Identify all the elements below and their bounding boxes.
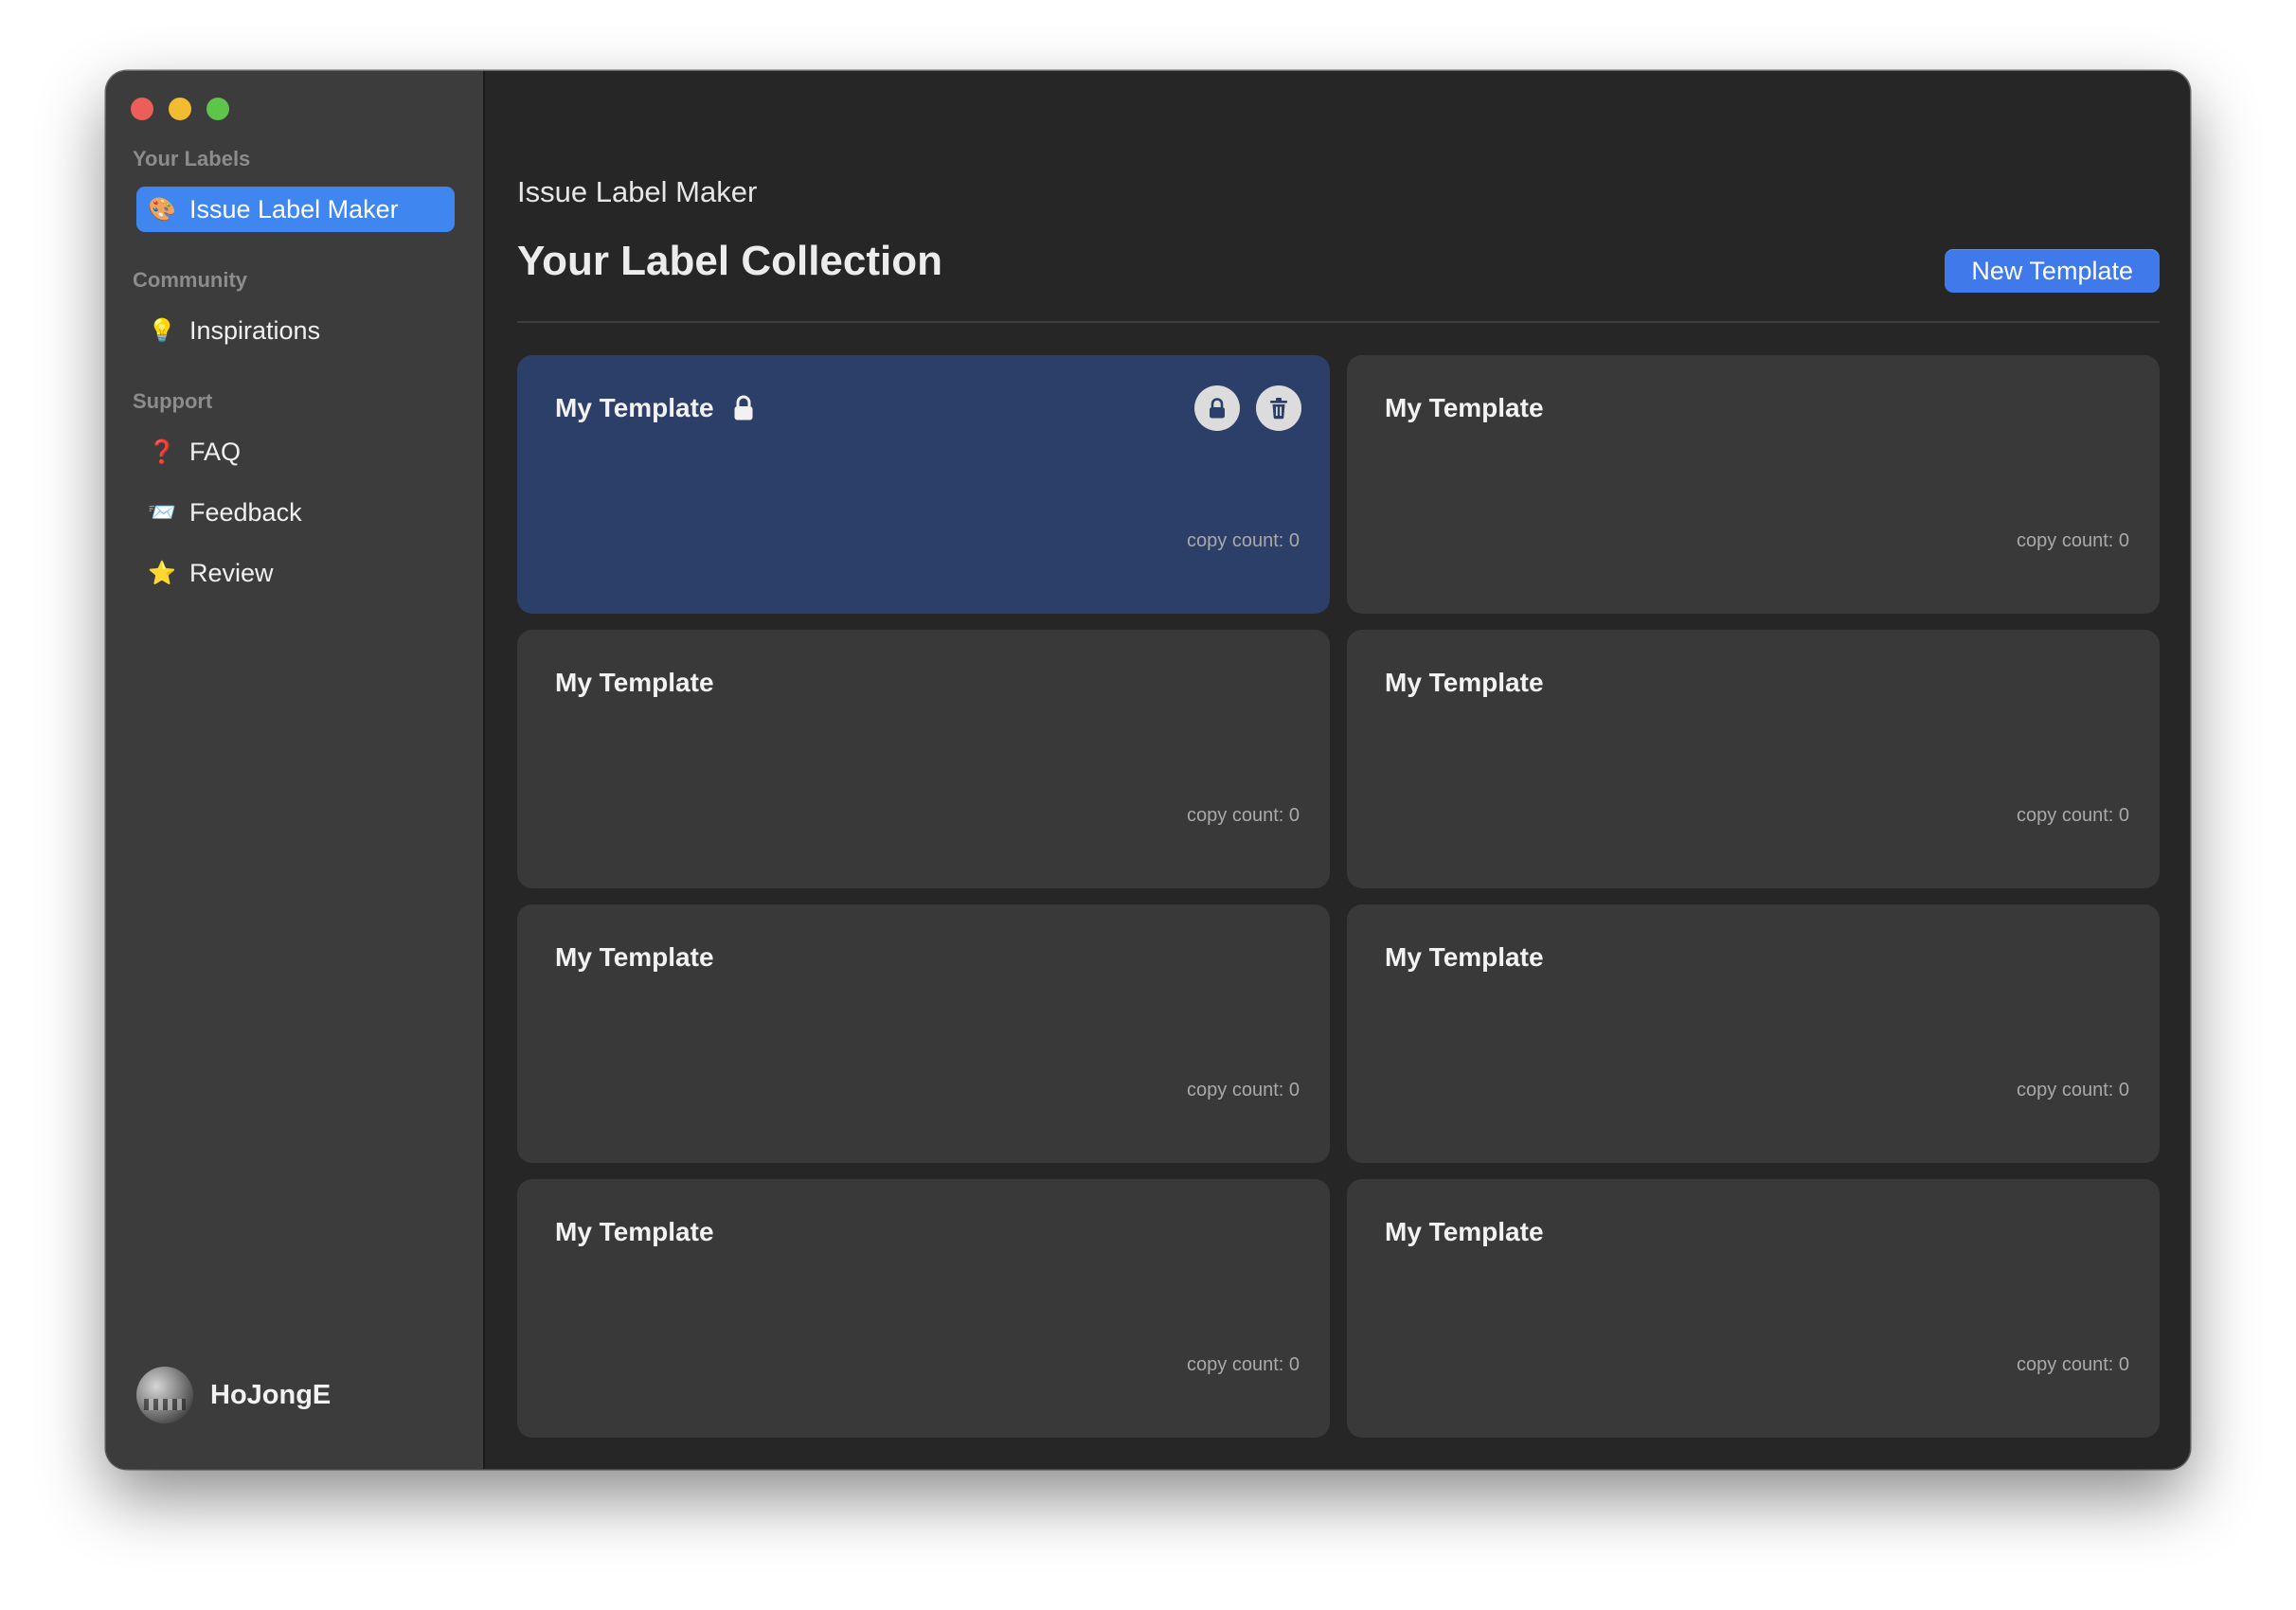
template-card[interactable]: My Template copy count: 0	[1347, 904, 2160, 1163]
copy-count: copy count: 0	[1187, 530, 1300, 551]
sidebar-item-label: Inspirations	[189, 315, 321, 345]
template-grid: My Template copy count: 0 My Template co…	[517, 355, 2160, 1438]
section-title-support: Support	[133, 389, 213, 413]
sidebar-item-faq[interactable]: ❓ FAQ	[136, 429, 455, 474]
template-title: My Template	[1385, 393, 1544, 422]
template-card[interactable]: My Template copy count: 0	[517, 1179, 1330, 1438]
section-title-your-labels: Your Labels	[133, 147, 251, 170]
sidebar-item-feedback[interactable]: 📨 Feedback	[136, 490, 455, 535]
copy-count: copy count: 0	[2017, 1354, 2129, 1375]
sidebar-item-label: FAQ	[189, 437, 242, 466]
user-profile[interactable]: HoJongE	[136, 1367, 331, 1423]
main-content: Issue Label Maker Your Label Collection …	[485, 71, 2190, 1469]
zoom-window-button[interactable]	[206, 98, 229, 120]
copy-count: copy count: 0	[1187, 1354, 1300, 1375]
username: HoJongE	[210, 1379, 332, 1410]
template-title: My Template	[1385, 668, 1544, 697]
lock-button[interactable]	[1194, 385, 1240, 431]
copy-count: copy count: 0	[1187, 1080, 1300, 1100]
template-title: My Template	[1385, 1217, 1544, 1246]
template-card[interactable]: My Template copy count: 0	[1347, 630, 2160, 888]
header-divider	[517, 321, 2160, 323]
template-title: My Template	[555, 1217, 714, 1246]
lightbulb-icon: 💡	[148, 317, 176, 344]
envelope-icon: 📨	[148, 499, 176, 526]
template-card[interactable]: My Template copy count: 0	[1347, 355, 2160, 614]
section-title-community: Community	[133, 268, 247, 292]
sidebar-item-label: Issue Label Maker	[189, 194, 399, 224]
sidebar-item-inspirations[interactable]: 💡 Inspirations	[136, 308, 455, 353]
lock-icon	[1210, 398, 1225, 419]
sidebar-item-label: Review	[189, 558, 274, 587]
copy-count: copy count: 0	[1187, 805, 1300, 826]
template-card[interactable]: My Template copy count: 0	[517, 630, 1330, 888]
template-title: My Template	[555, 393, 714, 422]
sidebar: Your Labels 🎨 Issue Label Maker Communit…	[106, 71, 485, 1469]
trash-icon	[1270, 398, 1287, 420]
window-controls	[131, 98, 229, 120]
delete-button[interactable]	[1256, 385, 1301, 431]
template-title: My Template	[555, 942, 714, 972]
app-window: Your Labels 🎨 Issue Label Maker Communit…	[106, 71, 2190, 1469]
template-card[interactable]: My Template copy count: 0	[517, 355, 1330, 614]
copy-count: copy count: 0	[2017, 530, 2129, 551]
copy-count: copy count: 0	[2017, 805, 2129, 826]
template-card[interactable]: My Template copy count: 0	[1347, 1179, 2160, 1438]
sidebar-item-label: Feedback	[189, 497, 302, 527]
close-window-button[interactable]	[131, 98, 153, 120]
template-card[interactable]: My Template copy count: 0	[517, 904, 1330, 1163]
palette-icon: 🎨	[148, 196, 176, 223]
minimize-window-button[interactable]	[169, 98, 191, 120]
star-icon: ⭐	[148, 560, 176, 586]
app-title: Issue Label Maker	[517, 175, 758, 208]
new-template-button[interactable]: New Template	[1945, 249, 2160, 293]
card-actions	[1194, 385, 1301, 431]
copy-count: copy count: 0	[2017, 1080, 2129, 1100]
lock-icon	[733, 395, 754, 421]
template-title: My Template	[555, 668, 714, 697]
page-title: Your Label Collection	[517, 238, 943, 284]
avatar	[136, 1367, 193, 1423]
question-mark-icon: ❓	[148, 438, 176, 465]
template-title: My Template	[1385, 942, 1544, 972]
sidebar-item-issue-label-maker[interactable]: 🎨 Issue Label Maker	[136, 187, 455, 232]
sidebar-item-review[interactable]: ⭐ Review	[136, 550, 455, 596]
template-card-title-row: My Template	[555, 393, 754, 423]
